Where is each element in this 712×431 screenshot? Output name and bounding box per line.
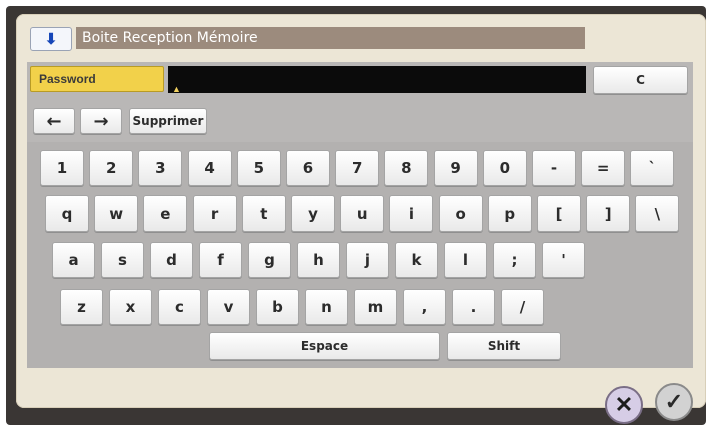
key-row2-13[interactable]: \: [635, 195, 680, 232]
dialog-title: Boite Reception Mémoire: [76, 27, 585, 49]
key-row1-8[interactable]: 8: [384, 150, 429, 186]
key-row4-7[interactable]: m: [354, 289, 397, 325]
key-row4-3[interactable]: c: [158, 289, 201, 325]
cursor-right-button[interactable]: →: [80, 108, 122, 134]
key-row3-7[interactable]: j: [346, 242, 389, 278]
key-row2-3[interactable]: e: [143, 195, 188, 232]
key-row3-9[interactable]: l: [444, 242, 487, 278]
key-row4-6[interactable]: n: [305, 289, 348, 325]
key-row2-1[interactable]: q: [45, 195, 89, 232]
key-row2-6[interactable]: y: [291, 195, 335, 232]
key-row1-7[interactable]: 7: [335, 150, 380, 186]
key-row1-1[interactable]: 1: [40, 150, 84, 186]
key-row2-8[interactable]: i: [389, 195, 434, 232]
password-label[interactable]: Password: [30, 66, 164, 92]
key-row1-10[interactable]: 0: [482, 150, 527, 186]
key-row2-5[interactable]: t: [241, 195, 286, 232]
key-row4-5[interactable]: b: [256, 289, 299, 325]
cursor-left-button[interactable]: ←: [33, 108, 75, 134]
key-row1-11[interactable]: -: [532, 150, 576, 186]
key-row1-12[interactable]: =: [581, 150, 626, 186]
key-row1-4[interactable]: 4: [187, 150, 232, 186]
key-row1-3[interactable]: 3: [138, 150, 183, 186]
inbox-arrow-icon: ⬇: [30, 27, 72, 51]
key-row4-1[interactable]: z: [60, 289, 103, 325]
key-row4-9[interactable]: .: [452, 289, 495, 325]
key-row4-10[interactable]: /: [501, 289, 544, 325]
key-row1-6[interactable]: 6: [286, 150, 330, 186]
key-row1-5[interactable]: 5: [236, 150, 281, 186]
key-row3-4[interactable]: f: [199, 242, 242, 278]
key-row2-11[interactable]: [: [537, 195, 581, 232]
key-row3-2[interactable]: s: [101, 242, 144, 278]
key-row1-2[interactable]: 2: [89, 150, 134, 186]
key-row2-12[interactable]: ]: [586, 195, 631, 232]
key-row1-13[interactable]: `: [630, 150, 675, 186]
key-row4-4[interactable]: v: [207, 289, 250, 325]
key-row3-8[interactable]: k: [395, 242, 438, 278]
key-row3-5[interactable]: g: [248, 242, 291, 278]
cancel-button[interactable]: ✕: [605, 386, 643, 424]
space-key[interactable]: Espace: [209, 332, 440, 360]
key-row2-9[interactable]: o: [438, 195, 483, 232]
password-field[interactable]: [168, 66, 586, 93]
ok-button[interactable]: ✓: [655, 383, 693, 421]
key-row2-10[interactable]: p: [487, 195, 532, 232]
shift-key[interactable]: Shift: [447, 332, 561, 360]
caret-indicator: ▲: [172, 84, 181, 94]
key-row3-10[interactable]: ;: [493, 242, 536, 278]
key-row3-1[interactable]: a: [52, 242, 95, 278]
key-row4-2[interactable]: x: [109, 289, 152, 325]
key-row2-2[interactable]: w: [94, 195, 139, 232]
key-row1-9[interactable]: 9: [433, 150, 478, 186]
key-row4-8[interactable]: ,: [403, 289, 446, 325]
delete-button[interactable]: Supprimer: [129, 108, 207, 134]
key-row3-6[interactable]: h: [297, 242, 340, 278]
key-row3-3[interactable]: d: [150, 242, 193, 278]
clear-button[interactable]: C: [593, 66, 688, 94]
key-row2-7[interactable]: u: [340, 195, 385, 232]
key-row2-4[interactable]: r: [192, 195, 237, 232]
key-row3-11[interactable]: ': [542, 242, 585, 278]
